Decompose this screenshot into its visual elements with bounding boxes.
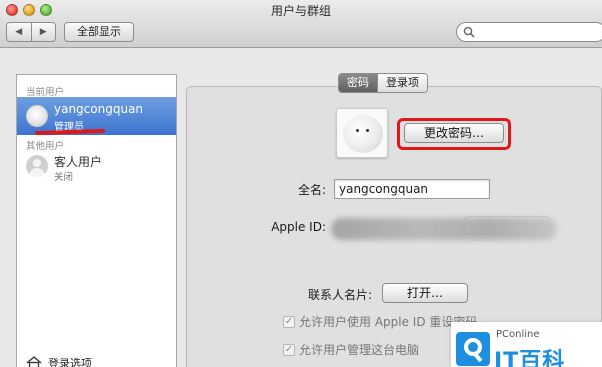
forward-button[interactable]: ▶ [30,23,56,41]
allow-reset-with-apple-id-row[interactable]: ✓ 允许用户使用 Apple ID 重设密码 [283,313,477,330]
search-field[interactable] [456,22,602,42]
full-name-label: 全名: [297,183,326,197]
other-users-heading: 其他用户 [26,141,65,152]
avatar [26,105,48,127]
title-bar: 用户与群组 ◀ ▶ 全部显示 [0,0,602,48]
watermark-small-text: PConline [496,329,540,340]
open-contact-card-button[interactable]: 打开… [382,283,468,303]
window-title: 用户与群组 [270,4,331,18]
allow-reset-checkbox[interactable]: ✓ [283,315,295,328]
guest-user-status: 关闭 [54,172,74,183]
guest-user-name: 客人用户 [54,155,103,169]
nav-back-forward: ◀ ▶ [6,22,56,42]
current-users-heading: 当前用户 [26,87,65,98]
users-groups-window: 用户与群组 ◀ ▶ 全部显示 当前用户 yangcongquan 管理员 其他用… [0,0,602,367]
tab-password[interactable]: 密码 [339,74,377,92]
hedgehog-photo [343,115,383,153]
allow-admin-row[interactable]: ✓ 允许用户管理这台电脑 [283,341,419,358]
contact-card-label: 联系人名片: [307,288,372,302]
back-button[interactable]: ◀ [7,23,31,41]
apple-id-label: Apple ID: [271,220,326,234]
login-options-label: 登录选项 [48,357,92,367]
pconline-logo-icon [456,332,490,366]
pconline-watermark: PConline IT百科 [451,322,602,367]
user-name: yangcongquan [54,102,144,116]
apple-id-redacted [331,218,557,240]
search-icon [463,26,475,38]
home-icon [26,356,42,367]
full-name-field[interactable]: yangcongquan [334,179,490,199]
login-options-item[interactable]: 登录选项 [26,355,92,367]
chevron-right-icon: ▶ [39,27,47,37]
tab-bar: 密码 登录项 [338,73,428,93]
tab-login-items[interactable]: 登录项 [377,74,427,92]
show-all-button[interactable]: 全部显示 [64,22,134,42]
guest-user-icon [26,155,48,177]
allow-admin-label: 允许用户管理这台电脑 [299,343,420,357]
user-list-sidebar: 当前用户 yangcongquan 管理员 其他用户 客人用户 关闭 登录选项 [16,74,177,367]
watermark-big-text: IT百科 [494,349,566,367]
allow-admin-checkbox[interactable]: ✓ [283,343,295,356]
chevron-left-icon: ◀ [15,27,23,37]
change-password-button[interactable]: 更改密码… [404,123,504,143]
user-picture[interactable] [336,108,388,158]
